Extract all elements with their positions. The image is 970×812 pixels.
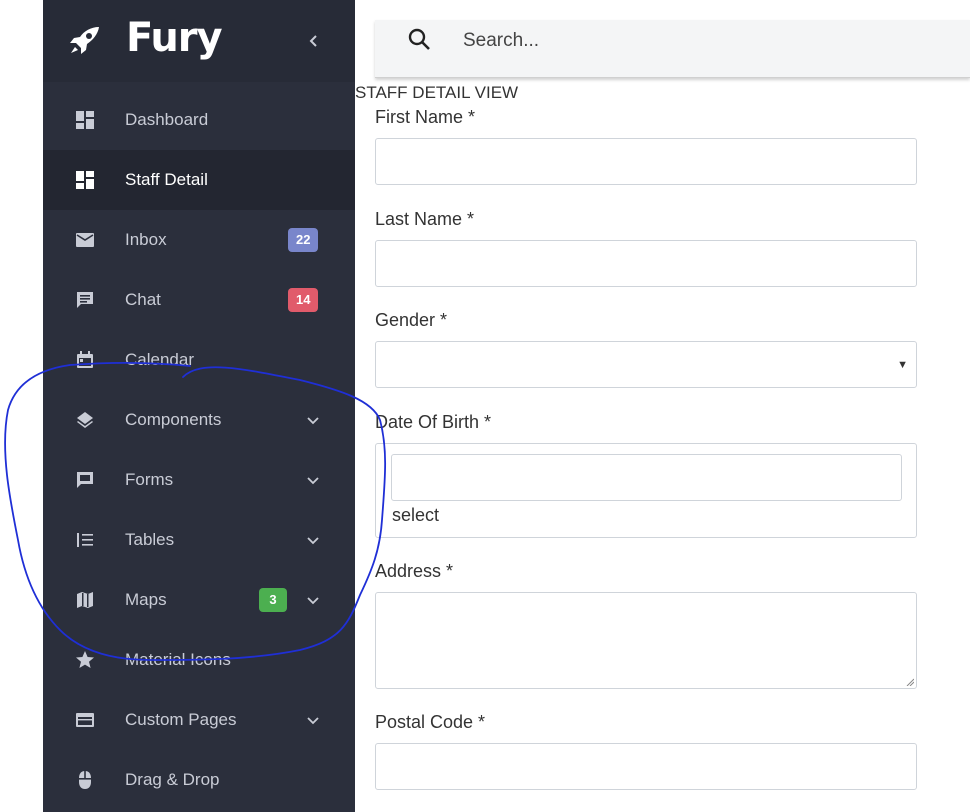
address-field[interactable] bbox=[375, 592, 917, 689]
sidebar-nav: Dashboard Staff Detail Inbox 22 Chat 14 … bbox=[43, 90, 355, 810]
date-of-birth-field[interactable] bbox=[391, 454, 902, 501]
dropdown-arrow-icon: ▼ bbox=[897, 359, 908, 371]
last-name-field[interactable] bbox=[375, 240, 917, 287]
page-title: STAFF DETAIL VIEW bbox=[355, 83, 519, 102]
sidebar: Fury Dashboard Staff Detail Inbox 22 Cha… bbox=[43, 0, 355, 812]
sidebar-item-chat[interactable]: Chat 14 bbox=[43, 270, 355, 330]
sidebar-item-label: Drag & Drop bbox=[125, 770, 220, 789]
first-name-field[interactable] bbox=[375, 138, 917, 185]
chat-count-badge: 14 bbox=[288, 288, 319, 312]
forms-icon bbox=[77, 472, 93, 488]
mouse-icon bbox=[78, 771, 92, 789]
sidebar-item-inbox[interactable]: Inbox 22 bbox=[43, 210, 355, 270]
maps-count-badge: 3 bbox=[259, 588, 287, 612]
sidebar-item-maps[interactable]: Maps 3 bbox=[43, 570, 355, 630]
inbox-count-badge: 22 bbox=[288, 228, 319, 252]
tables-icon bbox=[77, 533, 93, 547]
address-label: Address * bbox=[375, 561, 454, 581]
postal-code-field[interactable] bbox=[375, 743, 917, 790]
postal-code-label: Postal Code * bbox=[375, 712, 486, 732]
sidebar-item-components[interactable]: Components bbox=[43, 390, 355, 450]
rocket-icon bbox=[70, 27, 99, 54]
search-icon[interactable] bbox=[407, 27, 433, 53]
resize-handle-icon[interactable] bbox=[906, 678, 914, 686]
gender-label: Gender * bbox=[375, 310, 448, 330]
chevron-down-icon bbox=[307, 417, 319, 425]
date-of-birth-group: select bbox=[375, 443, 917, 538]
sidebar-item-label: Dashboard bbox=[125, 110, 209, 129]
layers-icon bbox=[77, 412, 93, 428]
sidebar-item-label: Chat bbox=[125, 290, 161, 309]
sidebar-item-tables[interactable]: Tables bbox=[43, 510, 355, 570]
collapse-sidebar-button[interactable] bbox=[303, 28, 325, 54]
gender-select[interactable]: ▼ bbox=[375, 341, 917, 388]
sidebar-item-label: Calendar bbox=[125, 350, 194, 369]
sidebar-item-calendar[interactable]: Calendar bbox=[43, 330, 355, 390]
sidebar-item-label: Material Icons bbox=[125, 650, 231, 669]
last-name-label: Last Name * bbox=[375, 209, 475, 229]
date-of-birth-label: Date Of Birth * bbox=[375, 412, 492, 432]
chevron-down-icon bbox=[307, 717, 319, 725]
sidebar-header: Fury bbox=[43, 0, 355, 82]
date-select-text[interactable]: select bbox=[392, 504, 439, 526]
star-icon bbox=[76, 651, 94, 668]
chevron-down-icon bbox=[307, 537, 319, 545]
chevron-down-icon bbox=[307, 597, 319, 605]
web-icon bbox=[76, 713, 94, 727]
sidebar-item-label: Components bbox=[125, 410, 222, 429]
sidebar-item-label: Maps bbox=[125, 590, 167, 609]
search-bar bbox=[375, 20, 970, 78]
sidebar-item-staff-detail[interactable]: Staff Detail bbox=[43, 150, 355, 210]
chevron-left-icon bbox=[309, 35, 317, 47]
app-logo-text: Fury bbox=[126, 15, 223, 61]
sidebar-item-custom-pages[interactable]: Custom Pages bbox=[43, 690, 355, 750]
sidebar-item-label: Staff Detail bbox=[125, 170, 208, 189]
mail-icon bbox=[76, 233, 94, 247]
sidebar-item-label: Tables bbox=[125, 530, 175, 549]
sidebar-item-label: Custom Pages bbox=[125, 710, 237, 729]
chevron-down-icon bbox=[307, 477, 319, 485]
sidebar-item-drag-drop[interactable]: Drag & Drop bbox=[43, 750, 355, 810]
search-input[interactable] bbox=[463, 26, 943, 56]
sidebar-item-label: Forms bbox=[125, 470, 174, 489]
sidebar-item-dashboard[interactable]: Dashboard bbox=[43, 90, 355, 150]
chat-icon bbox=[77, 292, 93, 308]
dashboard-icon bbox=[76, 171, 94, 189]
sidebar-item-forms[interactable]: Forms bbox=[43, 450, 355, 510]
left-blank-strip bbox=[0, 0, 43, 812]
sidebar-item-label: Inbox bbox=[125, 230, 167, 249]
sidebar-item-material-icons[interactable]: Material Icons bbox=[43, 630, 355, 690]
dashboard-icon bbox=[76, 111, 94, 129]
first-name-label: First Name * bbox=[375, 107, 476, 127]
calendar-icon bbox=[77, 351, 93, 368]
map-icon bbox=[77, 592, 93, 608]
